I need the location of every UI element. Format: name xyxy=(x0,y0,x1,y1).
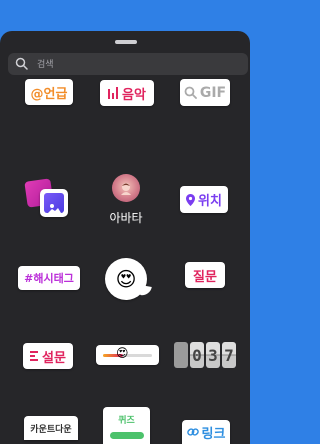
search-icon xyxy=(184,86,197,99)
music-bars-icon xyxy=(108,87,119,99)
heart-eyes-emoji-icon: 😍 xyxy=(115,267,137,291)
countdown-label: 카운트다운 xyxy=(30,424,72,435)
search-icon xyxy=(15,57,28,70)
avatar-face-icon xyxy=(121,183,131,195)
slider-emoji-icon: 😍 xyxy=(116,346,129,360)
countdown-sticker[interactable]: 카운트다운 xyxy=(24,416,78,440)
emoji-slider-sticker[interactable]: 😍 xyxy=(96,345,159,365)
avatar-label: 아바타 xyxy=(109,211,143,225)
poll-lines-icon xyxy=(30,351,39,361)
countdown-digit-blank xyxy=(174,342,188,368)
mention-sticker[interactable]: @언급 xyxy=(25,79,73,105)
search-bar[interactable]: 검색 xyxy=(8,53,248,75)
countdown-digit: 7 xyxy=(222,342,236,368)
photo-icon xyxy=(40,189,68,217)
avatar-sticker[interactable] xyxy=(112,174,140,202)
photo-sticker[interactable] xyxy=(24,176,72,222)
poll-sticker[interactable]: 설문 xyxy=(23,343,73,369)
music-sticker[interactable]: 음악 xyxy=(100,80,154,106)
link-sticker[interactable]: 링크 xyxy=(182,420,230,444)
hashtag-label: #해시태그 xyxy=(24,272,74,285)
gif-sticker[interactable]: GIF xyxy=(180,79,230,106)
quiz-label: 퀴즈 xyxy=(118,416,135,426)
gif-label: GIF xyxy=(199,84,227,101)
link-label: 링크 xyxy=(201,426,226,442)
countdown-timer-sticker[interactable]: 0 3 7 xyxy=(174,342,236,368)
question-sticker[interactable]: 질문 xyxy=(185,262,225,288)
location-label: 위치 xyxy=(198,194,222,209)
quiz-sticker[interactable]: 퀴즈 xyxy=(103,407,150,444)
countdown-digit: 0 xyxy=(190,342,204,368)
location-pin-icon xyxy=(186,193,196,206)
countdown-digit: 3 xyxy=(206,342,220,368)
link-chain-icon xyxy=(186,428,199,436)
question-label: 질문 xyxy=(193,269,217,285)
poll-label: 설문 xyxy=(42,350,66,366)
location-sticker[interactable]: 위치 xyxy=(180,186,228,213)
instagram-sticker-tray: { "search": { "placeholder": "검색" }, "st… xyxy=(0,0,250,444)
drag-handle[interactable] xyxy=(115,40,137,44)
quiz-option-bar xyxy=(109,432,144,439)
hashtag-sticker[interactable]: #해시태그 xyxy=(18,266,80,290)
music-label: 음악 xyxy=(122,87,146,103)
search-input[interactable]: 검색 xyxy=(37,57,54,70)
mention-label: @언급 xyxy=(30,86,68,102)
